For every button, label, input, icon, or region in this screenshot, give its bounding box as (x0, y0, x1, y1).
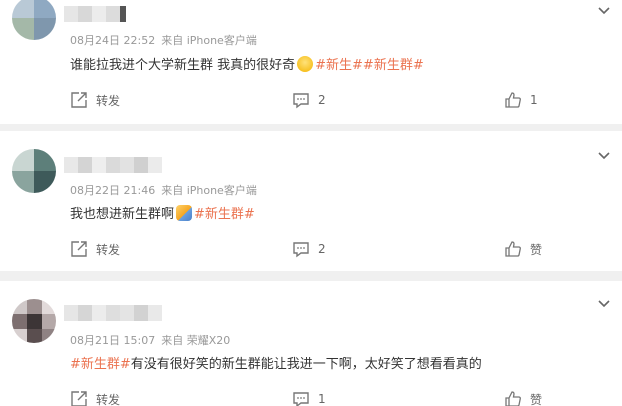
comment-feed: 08月24日 22:52 来自 iPhone客户端 谁能拉我进个大学新生群 我真的… (0, 0, 622, 406)
share-button[interactable]: 转发 (70, 387, 120, 406)
hashtag-link[interactable]: #新生群# (194, 207, 255, 222)
avatar[interactable] (12, 299, 56, 343)
avatar[interactable] (12, 149, 56, 193)
wave-emoji-icon (176, 205, 193, 221)
hashtag-link[interactable]: #新生群# (70, 357, 131, 372)
like-button[interactable]: 赞 (504, 237, 542, 261)
hashtag-link[interactable]: #新生##新生群# (315, 58, 424, 73)
comment-button[interactable]: 2 (292, 237, 326, 261)
chevron-down-icon[interactable] (596, 295, 612, 311)
comment-text: 谁能拉我进个大学新生群 我真的很好奇 #新生##新生群# (70, 56, 424, 73)
action-bar: 转发 2 赞 (0, 237, 622, 261)
comment-meta: 08月24日 22:52 来自 iPhone客户端 (70, 32, 263, 48)
thumbs-up-icon (505, 92, 521, 108)
avatar[interactable] (12, 0, 56, 40)
comment-text: #新生群#有没有很好笑的新生群能让我进一下啊，太好笑了想看看真的 (70, 357, 482, 372)
share-icon (71, 241, 87, 257)
comment-icon (293, 392, 309, 406)
comment-source: 来自 iPhone客户端 (161, 184, 257, 197)
username-blurred[interactable] (64, 157, 162, 173)
like-button[interactable]: 赞 (504, 387, 542, 406)
share-button[interactable]: 转发 (70, 88, 120, 112)
comment-button[interactable]: 1 (292, 387, 326, 406)
comment-card: 08月24日 22:52 来自 iPhone客户端 谁能拉我进个大学新生群 我真的… (0, 0, 622, 124)
comment-date: 08月24日 22:52 (70, 34, 156, 47)
action-bar: 转发 2 1 (0, 88, 622, 112)
chevron-down-icon[interactable] (596, 2, 612, 18)
comment-meta: 08月22日 21:46 来自 iPhone客户端 (70, 182, 263, 198)
comment-source: 来自 荣耀X20 (161, 334, 231, 347)
share-icon (71, 92, 87, 108)
comment-source: 来自 iPhone客户端 (161, 34, 257, 47)
thumbs-up-icon (505, 391, 521, 406)
username-blurred[interactable] (64, 6, 126, 22)
comment-date: 08月22日 21:46 (70, 184, 156, 197)
username-blurred[interactable] (64, 305, 162, 321)
comment-card: 08月22日 21:46 来自 iPhone客户端 我也想进新生群啊 #新生群# 转… (0, 131, 622, 271)
comment-icon (293, 242, 309, 258)
share-button[interactable]: 转发 (70, 237, 120, 261)
comment-text: 我也想进新生群啊 #新生群# (70, 205, 255, 222)
comment-meta: 08月21日 15:07 来自 荣耀X20 (70, 332, 236, 348)
share-icon (71, 391, 87, 406)
comment-card: 08月21日 15:07 来自 荣耀X20 #新生群#有没有很好笑的新生群能让我进… (0, 281, 622, 406)
action-bar: 转发 1 赞 (0, 387, 622, 406)
like-button[interactable]: 1 (504, 88, 538, 112)
comment-icon (293, 93, 309, 109)
smile-emoji-icon (297, 56, 314, 72)
chevron-down-icon[interactable] (596, 147, 612, 163)
comment-date: 08月21日 15:07 (70, 334, 156, 347)
thumbs-up-icon (505, 241, 521, 257)
comment-button[interactable]: 2 (292, 88, 326, 112)
